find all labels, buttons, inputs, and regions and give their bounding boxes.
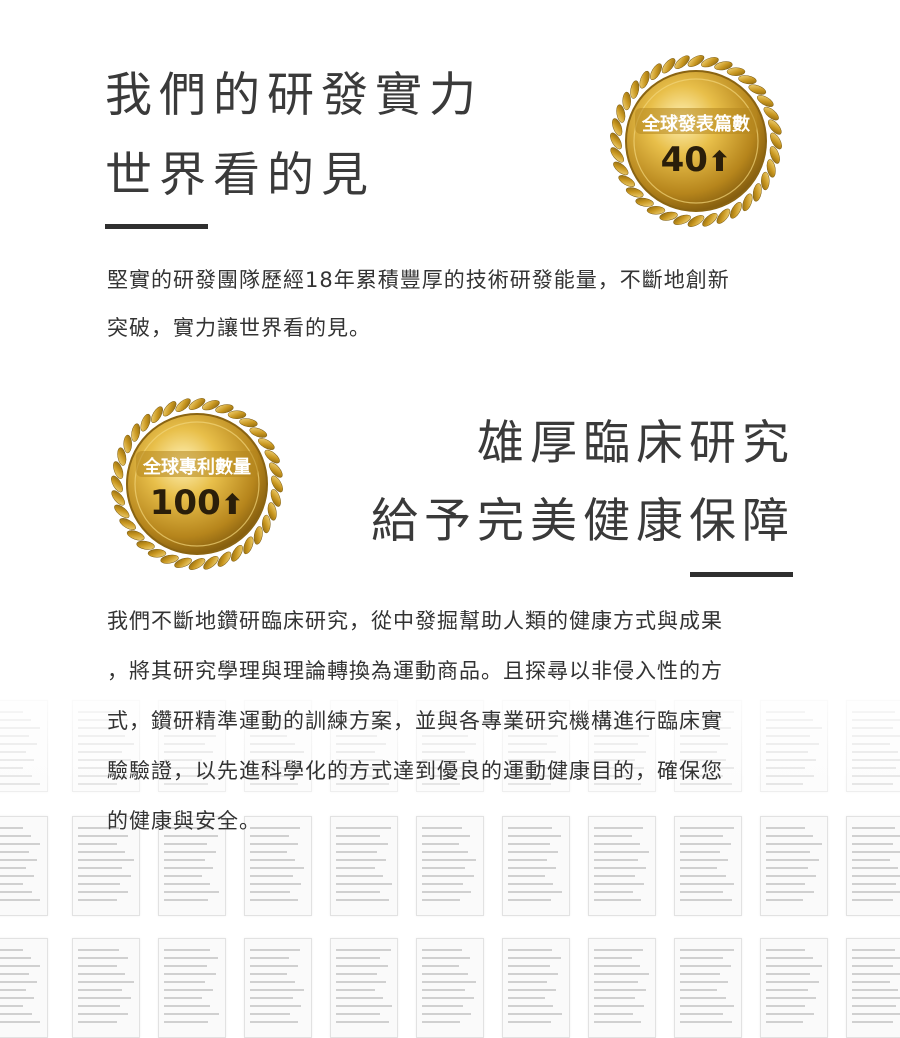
paragraph-line: 式，鑽研精準運動的訓練方案，並與各專業研究機構進行臨床實: [107, 709, 723, 733]
section2-divider: [690, 572, 793, 577]
medal-label: 全球專利數量: [143, 457, 251, 478]
paragraph-line: 我們不斷地鑽研臨床研究，從中發掘幫助人類的健康方式與成果: [107, 609, 723, 633]
paragraph-line: 堅實的研發團隊歷經18年累積豐厚的技術研發能量，不斷地創新: [107, 268, 730, 292]
research-paper-thumbnail: [760, 816, 828, 916]
section2-heading-line2: 給予完美健康保障: [371, 494, 795, 549]
section1-paragraph: 堅實的研發團隊歷經18年累積豐厚的技術研發能量，不斷地創新 突破，實力讓世界看的…: [107, 256, 730, 352]
medal-value: 40⬆: [660, 140, 732, 180]
paragraph-line: 突破，實力讓世界看的見。: [107, 316, 371, 340]
paragraph-line: 驗驗證，以先進科學化的方式達到優良的運動健康目的，確保您: [107, 759, 723, 783]
research-paper-thumbnail: [416, 938, 484, 1038]
research-paper-thumbnail: [0, 816, 48, 916]
research-paper-thumbnail: [760, 938, 828, 1038]
research-paper-thumbnail: [674, 938, 742, 1038]
section1-divider: [105, 224, 208, 229]
publication-count-medal: 全球發表篇數 40⬆: [607, 52, 785, 230]
section1-heading-line2: 世界看的見: [105, 148, 375, 203]
research-paper-thumbnail: [72, 938, 140, 1038]
research-paper-thumbnail: [846, 938, 900, 1038]
section1-heading-line1: 我們的研發實力: [105, 68, 483, 123]
research-paper-thumbnail: [846, 816, 900, 916]
paragraph-line: 的健康與安全。: [107, 809, 261, 833]
paragraph-line: ，將其研究學理與理論轉換為運動商品。且探尋以非侵入性的方: [107, 659, 723, 683]
research-paper-thumbnail: [158, 938, 226, 1038]
research-paper-thumbnail: [588, 938, 656, 1038]
patent-count-medal: 全球專利數量 100⬆: [108, 395, 286, 573]
research-paper-thumbnail: [244, 938, 312, 1038]
research-paper-thumbnail: [0, 938, 48, 1038]
medal-label: 全球發表篇數: [642, 114, 750, 135]
section2-heading-line1: 雄厚臨床研究: [477, 416, 795, 471]
section2-paragraph: 我們不斷地鑽研臨床研究，從中發掘幫助人類的健康方式與成果 ，將其研究學理與理論轉…: [107, 596, 723, 846]
research-paper-thumbnail: [502, 938, 570, 1038]
research-paper-thumbnail: [330, 938, 398, 1038]
medal-value: 100⬆: [149, 483, 245, 523]
